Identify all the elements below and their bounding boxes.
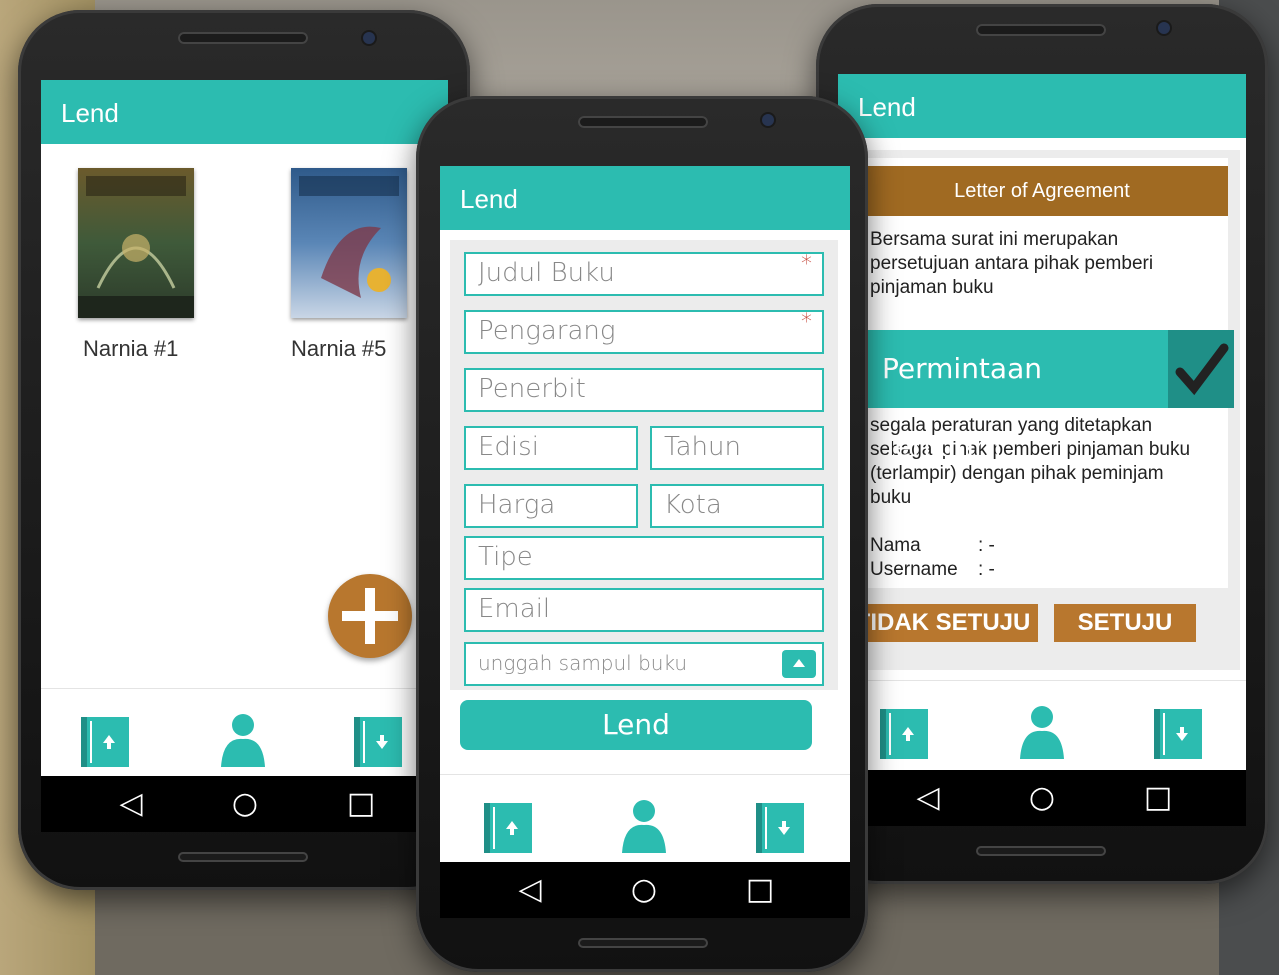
- lend-submit-button[interactable]: Lend: [460, 700, 812, 750]
- home-button[interactable]: ○: [1022, 780, 1062, 815]
- agreement-header: Letter of Agreement: [856, 166, 1228, 216]
- book-upload-icon[interactable]: [484, 803, 532, 853]
- recents-button[interactable]: □: [1138, 780, 1178, 815]
- tipe-placeholder: Tipe: [478, 542, 533, 572]
- email-placeholder: Email: [478, 594, 551, 624]
- bottom-nav: [440, 774, 850, 863]
- app-bar: Lend: [440, 166, 850, 230]
- book-upload-icon[interactable]: [81, 717, 129, 767]
- harga-input[interactable]: Harga: [464, 484, 638, 528]
- required-mark: *: [801, 252, 812, 277]
- book-title: Narnia #1: [83, 336, 179, 361]
- accept-button[interactable]: SETUJU: [1054, 604, 1196, 642]
- nama-value: : -: [978, 535, 995, 556]
- system-nav-bar: ◁ ○ □: [41, 776, 448, 832]
- tahun-placeholder: Tahun: [664, 432, 741, 462]
- agreement-paragraph-1: Bersama surat ini merupakan persetujuan …: [870, 229, 1154, 298]
- phone-left-screen: Lend Narnia #1 Narnia #5 ◁ ○ □: [41, 80, 448, 832]
- book-download-icon[interactable]: [354, 717, 402, 767]
- phone-left-speaker: [178, 32, 308, 44]
- phone-right-speaker: [976, 24, 1106, 36]
- phone-left-chin: [178, 852, 308, 862]
- add-book-button[interactable]: [328, 574, 412, 658]
- app-title: Lend: [460, 184, 518, 214]
- book-download-icon[interactable]: [756, 803, 804, 853]
- back-button[interactable]: ◁: [510, 872, 550, 907]
- phone-center-speaker: [578, 116, 708, 128]
- person-icon[interactable]: [622, 799, 666, 853]
- phone-center-camera: [762, 114, 774, 126]
- person-icon[interactable]: [1020, 705, 1064, 759]
- app-bar: Lend: [41, 80, 448, 144]
- phone-center-chin: [578, 938, 708, 948]
- kota-input[interactable]: Kota: [650, 484, 824, 528]
- bottom-nav: [41, 688, 448, 777]
- book-cover-art: [291, 168, 407, 318]
- pengarang-input[interactable]: Pengarang *: [464, 310, 824, 354]
- edisi-input[interactable]: Edisi: [464, 426, 638, 470]
- kota-placeholder: Kota: [664, 490, 722, 520]
- book-title: Narnia #5: [291, 336, 387, 361]
- checkmark-icon: [1175, 343, 1229, 396]
- app-title: Lend: [858, 92, 916, 122]
- book-cover-art: [78, 168, 194, 318]
- email-input[interactable]: Email: [464, 588, 824, 632]
- request-sent-toast: Permintaan Terikirim: [868, 330, 1168, 463]
- bottom-nav: [838, 680, 1246, 769]
- system-nav-bar: ◁ ○ □: [440, 862, 850, 918]
- recents-button[interactable]: □: [740, 872, 780, 907]
- upload-cover-placeholder: unggah sampul buku: [478, 651, 688, 675]
- penerbit-placeholder: Penerbit: [478, 374, 586, 404]
- book-cover-narnia-1[interactable]: [78, 168, 194, 318]
- pengarang-placeholder: Pengarang: [478, 316, 616, 346]
- judul-buku-input[interactable]: Judul Buku *: [464, 252, 824, 296]
- judul-buku-placeholder: Judul Buku: [478, 258, 615, 288]
- toast-check-box: [1168, 330, 1234, 408]
- book-cover-narnia-5[interactable]: [291, 168, 407, 318]
- book-upload-icon[interactable]: [880, 709, 928, 759]
- person-icon[interactable]: [221, 713, 265, 767]
- home-button[interactable]: ○: [225, 786, 265, 821]
- back-button[interactable]: ◁: [908, 780, 948, 815]
- book-download-icon[interactable]: [1154, 709, 1202, 759]
- tipe-input[interactable]: Tipe: [464, 536, 824, 580]
- phone-left: Lend Narnia #1 Narnia #5 ◁ ○ □: [18, 10, 470, 890]
- harga-placeholder: Harga: [478, 490, 556, 520]
- username-value: : -: [978, 559, 995, 580]
- phone-center-screen: Lend Judul Buku * Pengarang * Penerbit E…: [440, 166, 850, 918]
- penerbit-input[interactable]: Penerbit: [464, 368, 824, 412]
- phone-left-camera: [363, 32, 375, 44]
- reject-button[interactable]: TIDAK SETUJU: [848, 604, 1038, 642]
- nama-label: Nama: [870, 535, 921, 556]
- required-mark: *: [801, 310, 812, 335]
- system-nav-bar: ◁ ○ □: [838, 770, 1246, 826]
- phone-center: Lend Judul Buku * Pengarang * Penerbit E…: [416, 96, 868, 972]
- phone-right-camera: [1158, 22, 1170, 34]
- back-button[interactable]: ◁: [111, 786, 151, 821]
- app-title: Lend: [61, 98, 119, 128]
- tahun-input[interactable]: Tahun: [650, 426, 824, 470]
- phone-right-chin: [976, 846, 1106, 856]
- upload-icon[interactable]: [782, 650, 816, 678]
- home-button[interactable]: ○: [624, 872, 664, 907]
- username-label: Username: [870, 559, 958, 580]
- upload-cover-input[interactable]: unggah sampul buku: [464, 642, 824, 686]
- app-bar: Lend: [838, 74, 1246, 138]
- recents-button[interactable]: □: [341, 786, 381, 821]
- edisi-placeholder: Edisi: [478, 432, 539, 462]
